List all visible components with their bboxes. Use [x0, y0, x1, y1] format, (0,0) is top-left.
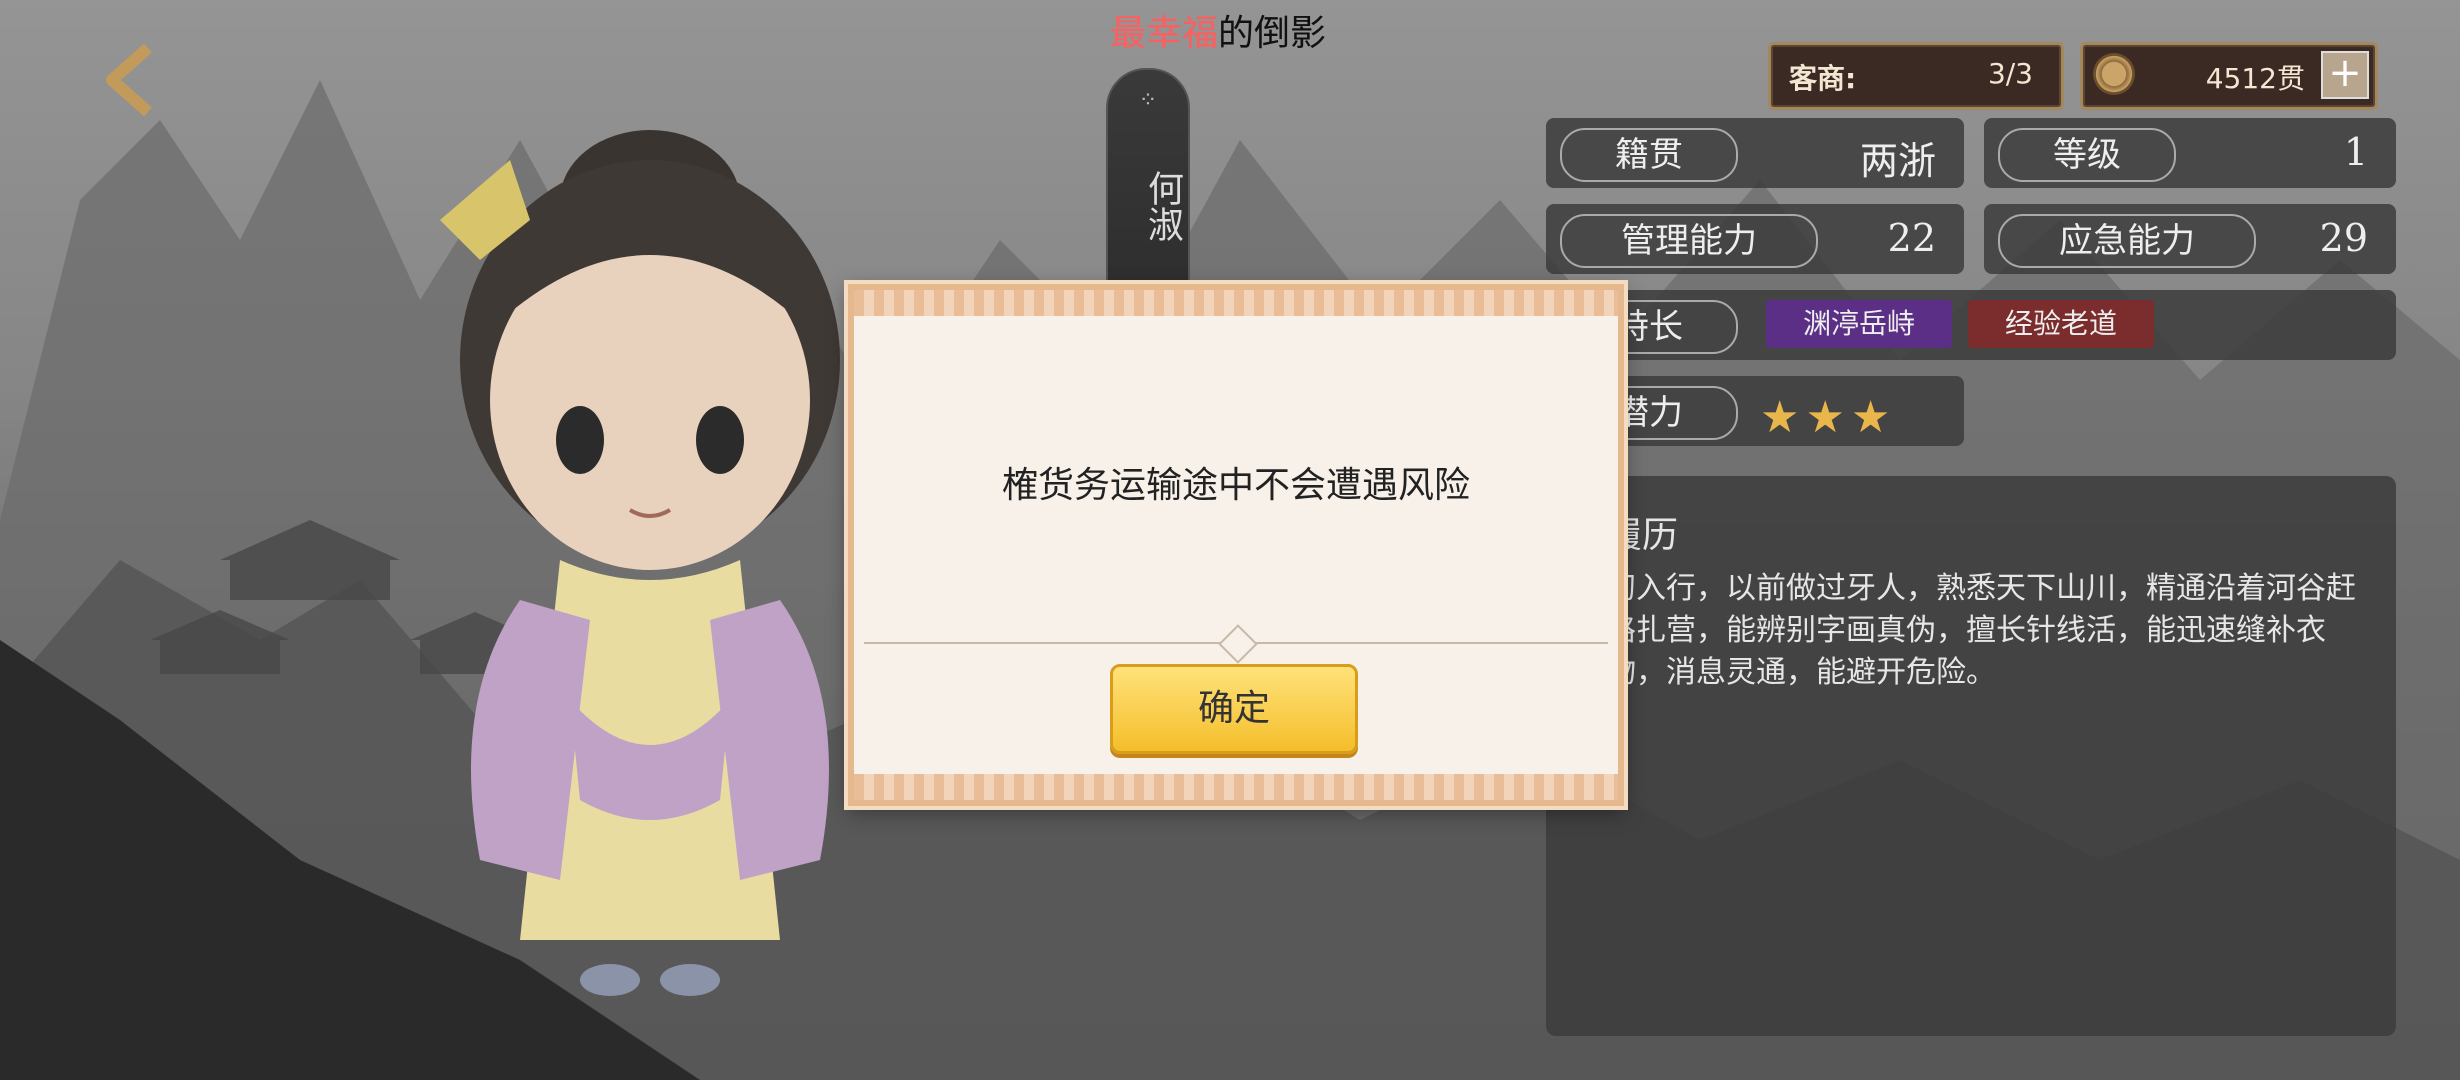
potential-stars: ★★★ — [1760, 392, 1896, 443]
title-rest: 的倒影 — [1218, 13, 1327, 54]
emergency-value: 29 — [2319, 216, 2368, 260]
dialog-border-bottom — [854, 774, 1618, 800]
origin-value: 两浙 — [1859, 139, 1936, 183]
merchant-counter: 客商: 3/3 — [1768, 42, 2064, 110]
level-label: 等级 — [1998, 128, 2176, 182]
coin-counter: 4512贯 + — [2080, 42, 2378, 110]
add-coins-button[interactable]: + — [2321, 51, 2369, 99]
divider-ornament — [1218, 624, 1258, 664]
specialty-tag[interactable]: 经验老道 — [1968, 300, 2154, 348]
management-label: 管理能力 — [1560, 214, 1818, 268]
coin-icon — [2093, 53, 2135, 95]
biography-panel: 履历 初入行，以前做过牙人，熟悉天下山川，精通沿着河谷赶路扎营，能辨别字画真伪，… — [1546, 476, 2396, 1036]
merchant-label: 客商: — [1789, 62, 1857, 95]
specialty-tag[interactable]: 渊渟岳峙 — [1766, 300, 1952, 348]
character-name: 何淑 — [1142, 170, 1183, 242]
dialog-border-top — [854, 290, 1618, 316]
star-icon: ★ — [1805, 392, 1851, 443]
character-name-scroll: ⁘ 何淑 — [1106, 68, 1190, 312]
biography-text: 初入行，以前做过牙人，熟悉天下山川，精通沿着河谷赶路扎营，能辨别字画真伪，擅长针… — [1606, 571, 2356, 690]
level-value: 1 — [2343, 130, 2368, 174]
level-panel: 等级 1 — [1984, 118, 2396, 188]
management-panel: 管理能力 22 — [1546, 204, 1964, 274]
emergency-panel: 应急能力 29 — [1984, 204, 2396, 274]
emergency-label: 应急能力 — [1998, 214, 2256, 268]
origin-panel: 籍贯 两浙 — [1546, 118, 1964, 188]
star-icon: ★ — [1760, 392, 1806, 443]
star-icon: ★ — [1850, 392, 1897, 443]
back-arrow-icon[interactable] — [98, 40, 168, 120]
dialog-message: 榷货务运输途中不会遭遇风险 — [1001, 465, 1470, 506]
confirmation-dialog: 榷货务运输途中不会遭遇风险 确定 — [848, 284, 1624, 806]
merchant-value: 3/3 — [1987, 57, 2033, 90]
character-portrait — [440, 130, 840, 996]
title-highlight: 最幸福 — [1110, 13, 1219, 54]
management-value: 22 — [1887, 216, 1936, 260]
origin-label: 籍贯 — [1560, 128, 1738, 182]
confirm-button[interactable]: 确定 — [1110, 664, 1358, 754]
scroll-ornament: ⁘ — [1138, 88, 1158, 113]
coin-value: 4512贯 — [2205, 62, 2305, 95]
top-banner-title: 最幸福的倒影 — [1110, 4, 1326, 56]
